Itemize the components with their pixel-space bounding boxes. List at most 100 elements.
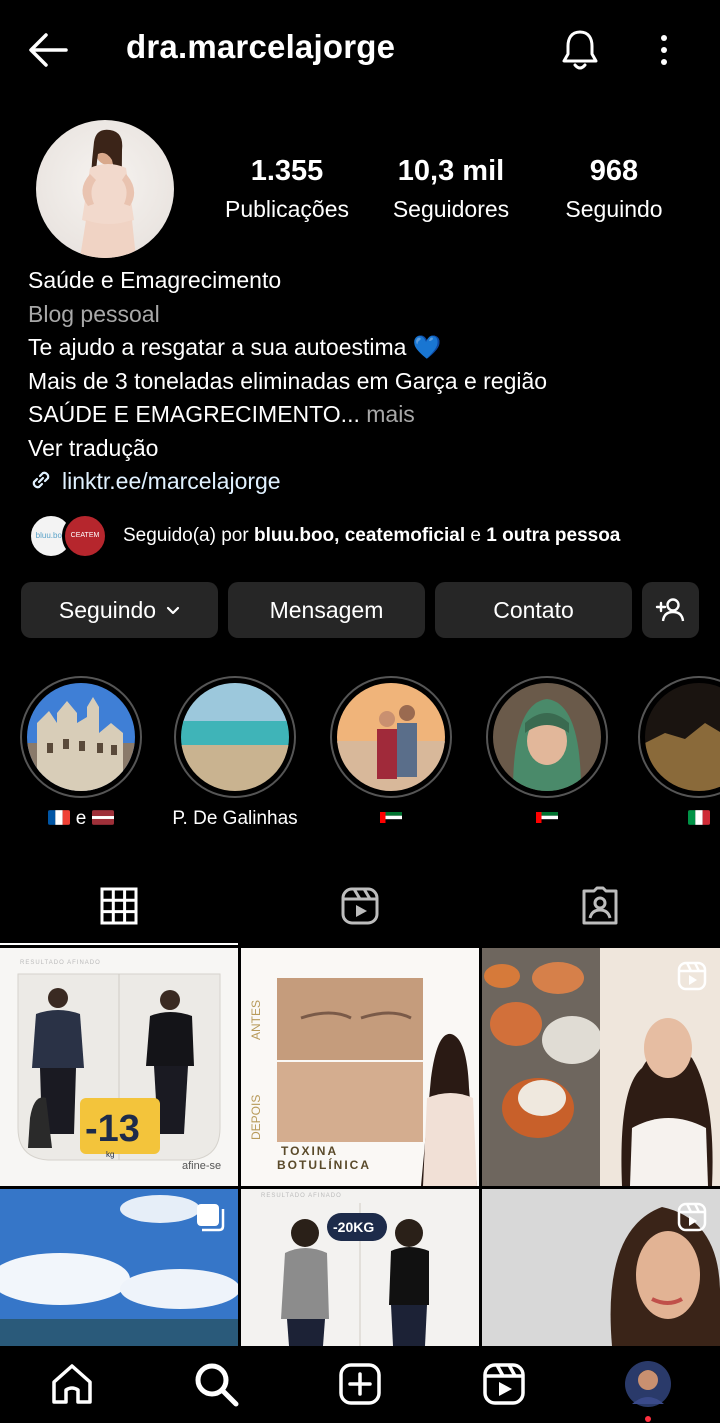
suggested-users-button[interactable] [642, 582, 699, 638]
create-post-icon[interactable] [336, 1360, 384, 1408]
bio-website-link[interactable]: linktr.ee/marcelajorge [28, 465, 698, 499]
following-count-value: 968 [589, 155, 639, 187]
followed-by-prefix: Seguido(a) por [123, 525, 254, 546]
message-button[interactable]: Mensagem [228, 582, 425, 638]
highlight-ring [330, 676, 452, 798]
highlight-cover [27, 683, 135, 791]
profile-tabs [0, 870, 720, 946]
tab-reels[interactable] [240, 870, 480, 946]
bio-more-link[interactable]: mais [360, 401, 415, 427]
bio-line-text: SAÚDE E EMAGRECIMENTO... [28, 401, 360, 427]
chevron-down-icon [166, 606, 180, 615]
reels-icon [341, 887, 379, 925]
reels-nav-icon[interactable] [480, 1360, 528, 1408]
followed-by-text: Seguido(a) por bluu.boo, ceatemoficial e… [123, 525, 620, 547]
bio-line: Te ajudo a resgatar a sua autoestima 💙 [28, 334, 442, 360]
followers-count[interactable]: 10,3 mil Seguidores [380, 155, 522, 223]
back-arrow-icon[interactable] [26, 28, 70, 72]
story-highlight[interactable]: e [18, 676, 144, 830]
notification-bell-icon[interactable] [558, 26, 602, 74]
post-thumbnail[interactable] [482, 948, 720, 1186]
story-highlight[interactable]: P. De Galinhas [172, 676, 298, 830]
post-overlay-text: RESULTADO AFINADO [20, 960, 101, 966]
followers-count-label: Seguidores [392, 196, 510, 222]
bottom-navigation [0, 1346, 720, 1423]
highlight-cover [181, 683, 289, 791]
highlight-label: P. De Galinhas [172, 808, 298, 829]
post-overlay-text: TOXINA [281, 1144, 339, 1158]
post-overlay-text: DEPOIS [249, 1094, 263, 1140]
followed-by-user: ceatemoficial [344, 525, 466, 546]
highlight-label-text: e [70, 808, 92, 829]
highlight-label [328, 808, 454, 830]
post-overlay-text: BOTULÍNICA [277, 1158, 371, 1172]
reel-indicator-icon [677, 961, 707, 991]
italy-flag-icon [688, 810, 710, 825]
reel-indicator-icon [677, 1202, 707, 1232]
posts-count-value: 1.355 [250, 155, 324, 187]
bio-line: SAÚDE E EMAGRECIMENTO... mais [28, 398, 698, 432]
post-thumbnail[interactable]: ANTES DEPOIS TOXINA BOTULÍNICA [241, 948, 479, 1186]
following-button-label: Seguindo [58, 597, 157, 623]
followed-by-and: e [465, 525, 487, 546]
more-options-icon[interactable] [650, 30, 678, 70]
highlight-ring [174, 676, 296, 798]
profile-avatar-nav[interactable] [624, 1360, 672, 1408]
story-highlight[interactable] [638, 676, 720, 830]
post-overlay-text: ANTES [249, 999, 263, 1040]
post-thumbnail[interactable] [0, 1189, 238, 1346]
profile-bio: Saúde e Emagrecimento Blog pessoal Te aj… [28, 264, 698, 499]
uae-flag-icon [380, 812, 402, 823]
notification-dot [645, 1416, 651, 1422]
following-count[interactable]: 968 Seguindo [548, 155, 680, 223]
posts-count[interactable]: 1.355 Publicações [212, 155, 362, 223]
post-weight-unit: kg [106, 1150, 115, 1159]
highlight-ring [638, 676, 720, 798]
post-thumbnail[interactable]: RESULTADO AFINADO -13 kg afine-se [0, 948, 238, 1186]
follower-avatar: CEATEM [62, 513, 108, 559]
highlight-ring [486, 676, 608, 798]
uae-flag-icon [536, 812, 558, 823]
post-thumbnail[interactable]: RESULTADO AFINADO -20KG [241, 1189, 479, 1346]
tab-posts-grid[interactable] [0, 870, 240, 946]
tab-tagged[interactable] [480, 870, 720, 946]
profile-username: dra.marcelajorge [126, 28, 396, 65]
see-translation-link[interactable]: Ver tradução [28, 432, 698, 466]
posts-count-label: Publicações [224, 196, 350, 222]
profile-display-name: Saúde e Emagrecimento [28, 267, 282, 293]
post-brand-text: afine-se [182, 1160, 222, 1172]
followed-by-separator: , [334, 525, 345, 546]
carousel-indicator-icon [197, 1204, 225, 1232]
tagged-person-icon [582, 886, 618, 925]
highlight-label [638, 808, 720, 830]
following-button[interactable]: Seguindo [21, 582, 218, 638]
post-weight-badge: -13 [85, 1108, 140, 1150]
link-icon [32, 471, 50, 489]
story-highlight[interactable] [484, 676, 610, 830]
post-thumbnail[interactable] [482, 1189, 720, 1346]
search-icon[interactable] [192, 1360, 240, 1408]
highlight-cover [493, 683, 601, 791]
post-overlay-text: RESULTADO AFINADO [261, 1193, 342, 1199]
posts-grid: RESULTADO AFINADO -13 kg afine-se ANTES … [0, 948, 720, 1346]
france-flag-icon [48, 810, 71, 825]
top-bar: dra.marcelajorge [0, 0, 720, 100]
followers-count-value: 10,3 mil [397, 155, 505, 187]
following-count-label: Seguindo [565, 196, 663, 222]
highlight-cover [645, 683, 720, 791]
highlight-cover [337, 683, 445, 791]
home-icon[interactable] [48, 1360, 96, 1408]
highlight-label: e [18, 808, 144, 830]
followed-by-row[interactable]: bluu.boo CEATEM Seguido(a) por bluu.boo,… [28, 513, 708, 561]
bio-line: Mais de 3 toneladas eliminadas em Garça … [28, 367, 548, 394]
contact-button[interactable]: Contato [435, 582, 632, 638]
post-weight-badge: -20KG [333, 1219, 375, 1235]
active-tab-indicator [0, 943, 238, 945]
highlight-ring [20, 676, 142, 798]
story-highlight[interactable] [328, 676, 454, 830]
followed-by-user: bluu.boo [253, 525, 335, 546]
highlight-label [484, 808, 610, 830]
profile-avatar[interactable] [36, 120, 174, 258]
followed-by-others: 1 outra pessoa [486, 525, 621, 546]
add-user-icon [655, 598, 684, 622]
